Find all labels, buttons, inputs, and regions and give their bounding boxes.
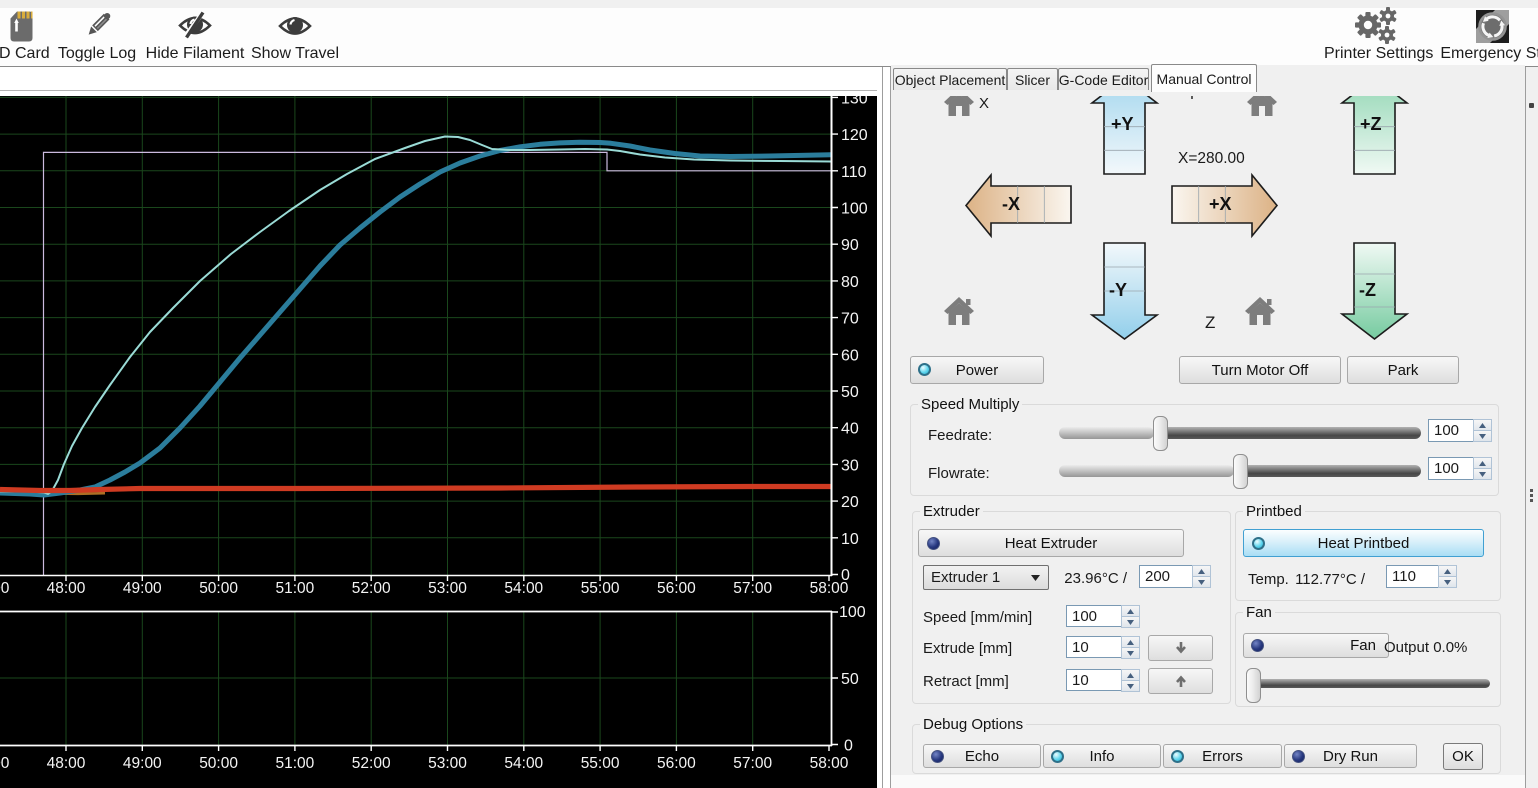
svg-text:53:00: 53:00 <box>428 755 467 772</box>
svg-text:51:00: 51:00 <box>276 580 315 597</box>
svg-text:30: 30 <box>841 457 859 474</box>
svg-text:10: 10 <box>841 531 859 548</box>
svg-text:120: 120 <box>841 127 868 144</box>
svg-text:58:00: 58:00 <box>810 755 849 772</box>
svg-text:49:00: 49:00 <box>123 755 162 772</box>
svg-text:90: 90 <box>841 237 859 254</box>
svg-text:55:00: 55:00 <box>581 580 620 597</box>
svg-text:130: 130 <box>841 96 868 107</box>
svg-text:53:00: 53:00 <box>428 580 467 597</box>
svg-text:50: 50 <box>841 384 859 401</box>
svg-text:56:00: 56:00 <box>657 755 696 772</box>
svg-text:58:00: 58:00 <box>810 580 849 597</box>
svg-text:54:00: 54:00 <box>504 755 543 772</box>
svg-text:80: 80 <box>841 274 859 291</box>
svg-text:0: 0 <box>844 738 853 755</box>
svg-text:51:00: 51:00 <box>276 755 315 772</box>
svg-text:48:00: 48:00 <box>47 580 86 597</box>
svg-text:60: 60 <box>841 347 859 364</box>
svg-text:50:00: 50:00 <box>199 755 238 772</box>
svg-text:55:00: 55:00 <box>581 755 620 772</box>
svg-text:48:00: 48:00 <box>47 755 86 772</box>
svg-text:54:00: 54:00 <box>504 580 543 597</box>
svg-text:52:00: 52:00 <box>352 580 391 597</box>
svg-text:57:00: 57:00 <box>733 580 772 597</box>
svg-text:52:00: 52:00 <box>352 755 391 772</box>
svg-text:56:00: 56:00 <box>657 580 696 597</box>
svg-text:49:00: 49:00 <box>123 580 162 597</box>
svg-text:70: 70 <box>841 311 859 328</box>
svg-text:40: 40 <box>841 421 859 438</box>
svg-text:47:00: 47:00 <box>0 580 10 597</box>
svg-text:47:00: 47:00 <box>0 755 10 772</box>
svg-text:100: 100 <box>841 201 868 218</box>
svg-text:110: 110 <box>841 164 867 181</box>
svg-text:50: 50 <box>841 671 859 688</box>
svg-text:50:00: 50:00 <box>199 580 238 597</box>
svg-text:57:00: 57:00 <box>733 755 772 772</box>
svg-text:20: 20 <box>841 494 859 511</box>
svg-text:100: 100 <box>839 604 866 621</box>
